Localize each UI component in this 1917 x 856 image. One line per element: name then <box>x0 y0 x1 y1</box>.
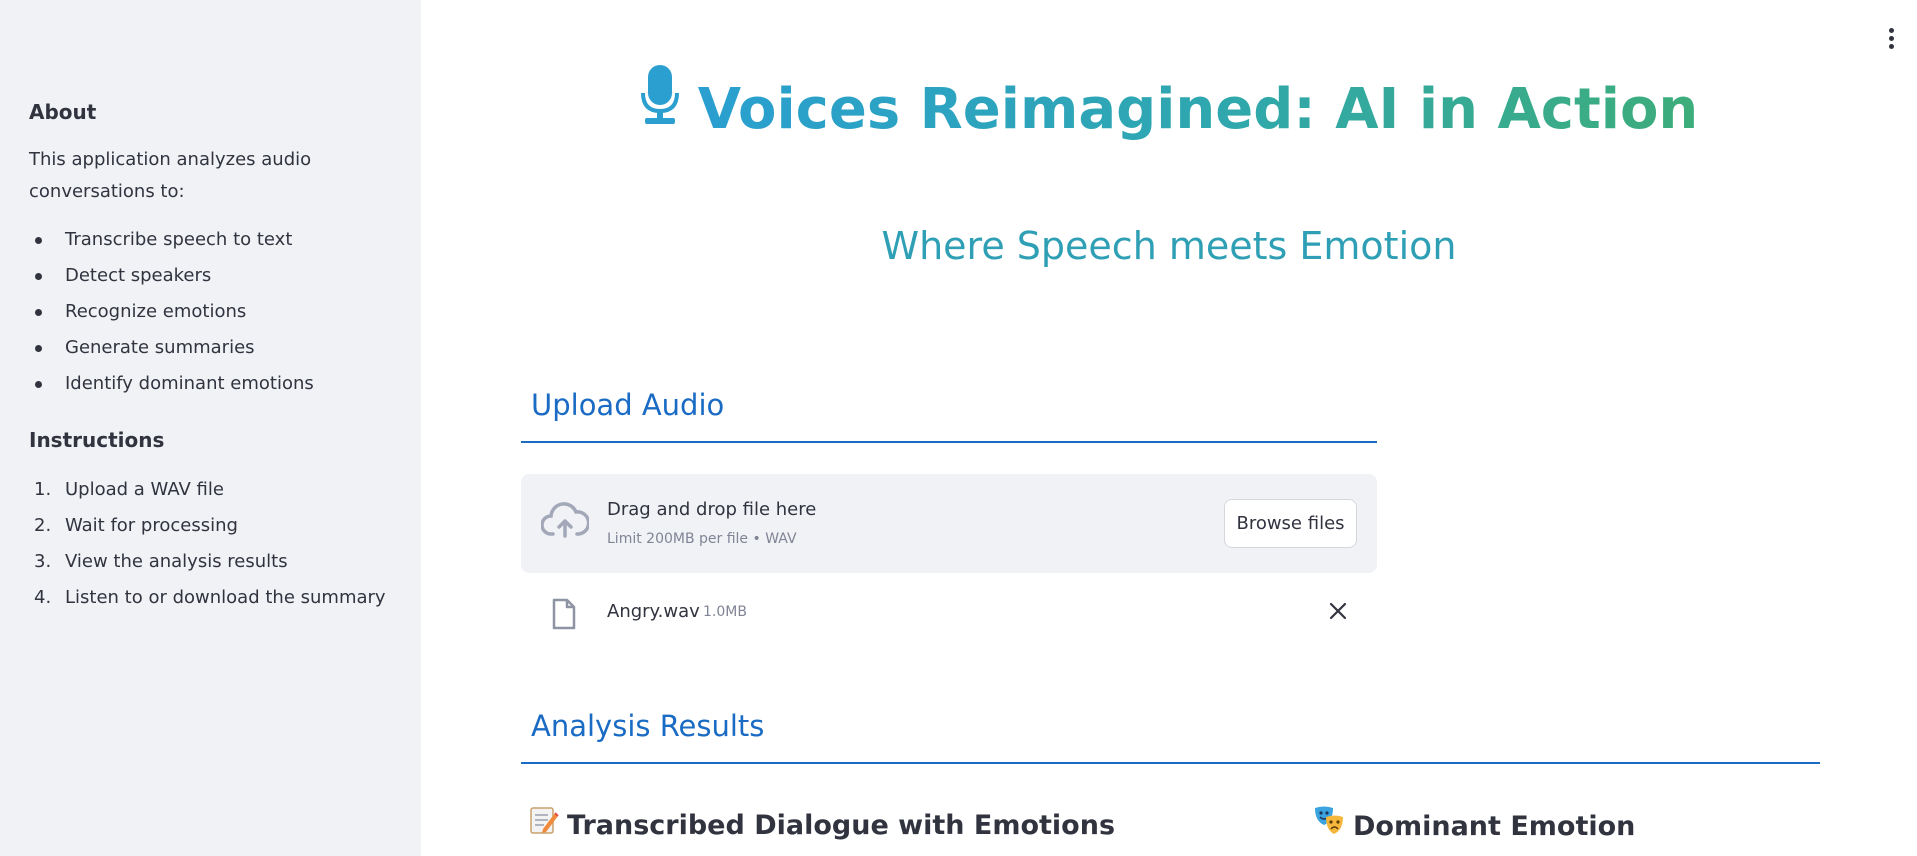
feature-item: Generate summaries <box>29 330 392 366</box>
theater-masks-icon <box>1313 805 1345 844</box>
about-description: This application analyzes audio conversa… <box>29 149 312 202</box>
feature-label: Generate summaries <box>65 337 255 358</box>
results-header-divider <box>521 762 1820 764</box>
step-number: 1. <box>34 479 52 500</box>
bullet-icon <box>35 237 42 244</box>
about-title: About <box>29 100 97 124</box>
sidebar: About This application analyzes audio co… <box>0 0 421 856</box>
memo-icon <box>529 805 559 842</box>
bullet-icon <box>35 309 42 316</box>
feature-item: Detect speakers <box>29 258 392 294</box>
feature-label: Detect speakers <box>65 265 212 286</box>
dominant-emotion-title: Dominant Emotion <box>1313 805 1636 847</box>
file-icon <box>551 598 577 634</box>
instruction-step: 3. View the analysis results <box>29 544 392 580</box>
upload-audio-header: Upload Audio <box>531 388 725 422</box>
feature-item: Transcribe speech to text <box>29 222 392 258</box>
step-label: Upload a WAV file <box>65 479 224 500</box>
cloud-upload-icon <box>540 502 591 546</box>
uploaded-file-row: Angry.wav 1.0MB <box>521 590 1377 634</box>
instruction-step: 2. Wait for processing <box>29 508 392 544</box>
instruction-step: 1. Upload a WAV file <box>29 472 392 508</box>
feature-label: Identify dominant emotions <box>65 373 314 394</box>
bullet-icon <box>35 273 42 280</box>
feature-label: Transcribe speech to text <box>65 229 293 250</box>
microphone-icon <box>640 64 680 149</box>
dropzone-limit-text: Limit 200MB per file • WAV <box>607 531 797 547</box>
page-title: Voices Reimagined: AI in Action <box>421 64 1917 155</box>
file-dropzone[interactable]: Drag and drop file here Limit 200MB per … <box>521 474 1377 573</box>
uploaded-file-size: 1.0MB <box>703 604 747 620</box>
bullet-icon <box>35 381 42 388</box>
uploaded-file-name: Angry.wav <box>607 601 700 622</box>
step-label: View the analysis results <box>65 551 288 572</box>
remove-file-close-icon[interactable] <box>1329 602 1347 624</box>
main-menu-kebab-icon[interactable] <box>1887 28 1895 50</box>
feature-list: Transcribe speech to text Detect speaker… <box>29 222 392 402</box>
feature-label: Recognize emotions <box>65 301 247 322</box>
browse-files-button[interactable]: Browse files <box>1224 499 1357 548</box>
step-label: Listen to or download the summary <box>65 587 386 608</box>
analysis-results-header: Analysis Results <box>531 709 765 743</box>
dominant-emotion-label: Dominant Emotion <box>1353 811 1636 842</box>
dropzone-instruction: Drag and drop file here <box>607 499 817 520</box>
feature-item: Recognize emotions <box>29 294 392 330</box>
instruction-step: 4. Listen to or download the summary <box>29 580 392 616</box>
page-title-text: Voices Reimagined: AI in Action <box>697 77 1699 142</box>
bullet-icon <box>35 345 42 352</box>
transcribed-dialogue-title: Transcribed Dialogue with Emotions <box>529 805 1116 845</box>
step-number: 2. <box>34 515 52 536</box>
step-number: 4. <box>34 587 52 608</box>
instructions-title: Instructions <box>29 428 165 452</box>
step-number: 3. <box>34 551 52 572</box>
page-subtitle: Where Speech meets Emotion <box>881 224 1457 268</box>
step-label: Wait for processing <box>65 515 238 536</box>
instructions-list: 1. Upload a WAV file 2. Wait for processin… <box>29 472 392 616</box>
transcribed-dialogue-label: Transcribed Dialogue with Emotions <box>567 810 1116 841</box>
feature-item: Identify dominant emotions <box>29 366 392 402</box>
upload-header-divider <box>521 441 1377 443</box>
